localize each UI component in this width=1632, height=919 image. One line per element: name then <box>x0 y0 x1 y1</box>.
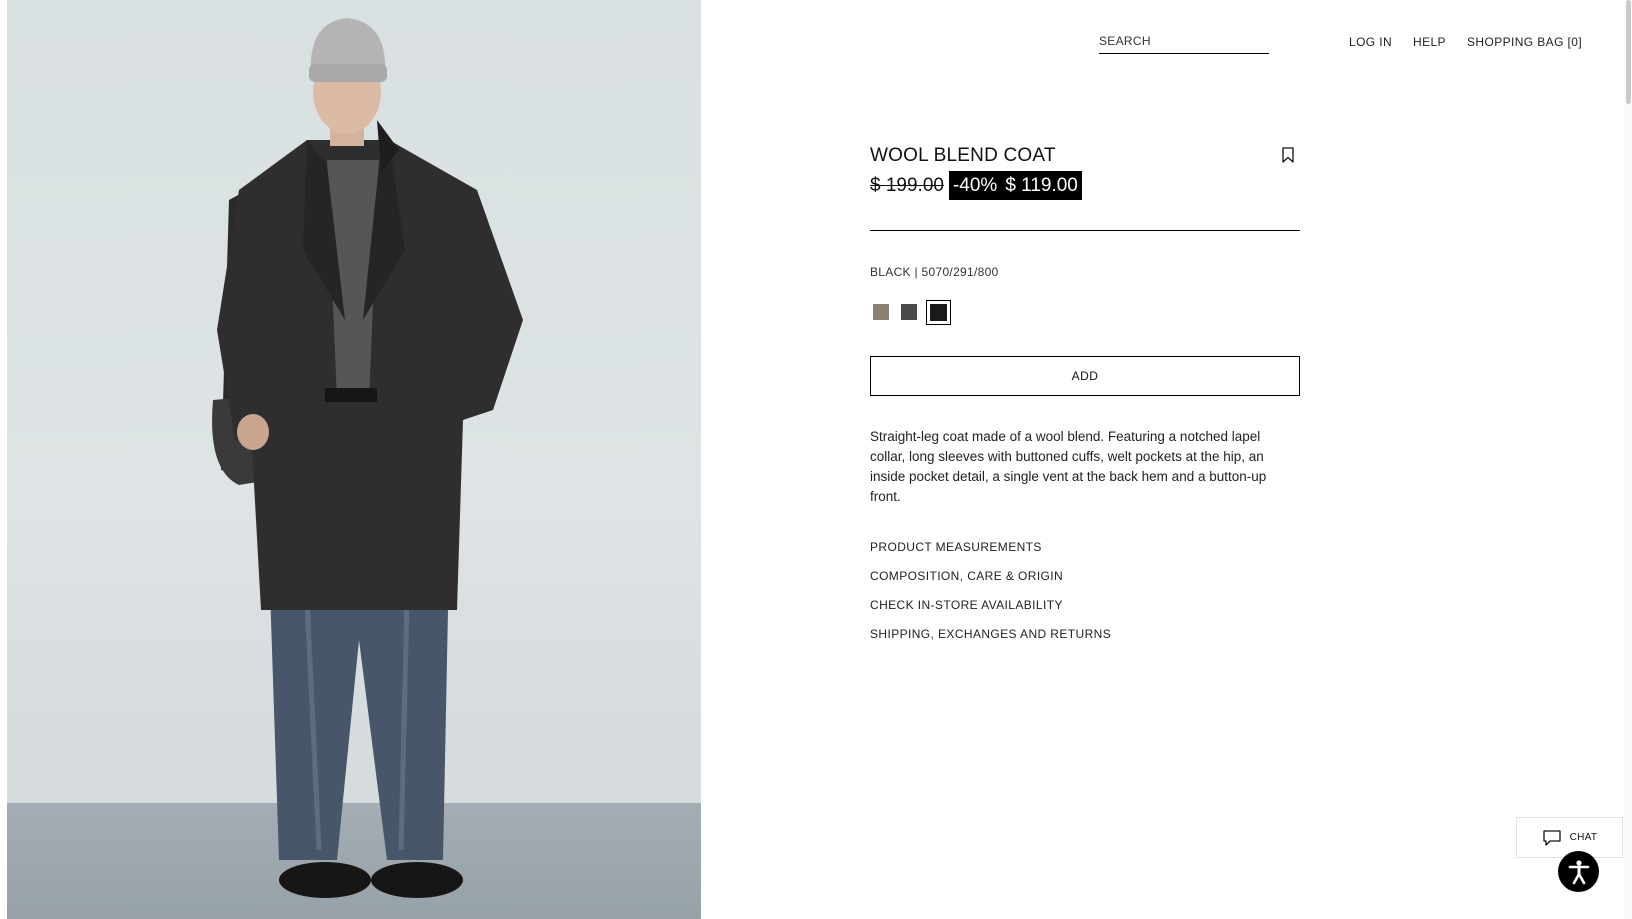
product-measurements-link[interactable]: PRODUCT MEASUREMENTS <box>870 540 1111 569</box>
product-title: WOOL BLEND COAT <box>870 145 1056 166</box>
price-row: $ 199.00 -40% $ 119.00 <box>870 171 1082 200</box>
color-swatch-black[interactable] <box>926 300 951 325</box>
discount-percent: -40% <box>952 174 998 196</box>
divider <box>870 230 1300 231</box>
add-to-bag-button[interactable]: ADD <box>870 356 1300 396</box>
product-description: Straight-leg coat made of a wool blend. … <box>870 429 1267 504</box>
shipping-returns-link[interactable]: SHIPPING, EXCHANGES AND RETURNS <box>870 627 1111 656</box>
accessibility-button[interactable] <box>1558 851 1599 892</box>
color-and-reference: BLACK | 5070/291/800 <box>870 265 999 279</box>
chat-label: CHAT <box>1569 832 1598 843</box>
model-illustration <box>212 18 523 898</box>
search-input[interactable] <box>1099 30 1269 52</box>
chat-bubble-icon <box>1543 829 1561 846</box>
store-availability-link[interactable]: CHECK IN-STORE AVAILABILITY <box>870 598 1111 627</box>
log-in-link[interactable]: LOG IN <box>1349 35 1392 49</box>
scrollbar-thumb[interactable] <box>1626 0 1631 104</box>
composition-care-link[interactable]: COMPOSITION, CARE & ORIGIN <box>870 569 1111 598</box>
search-field[interactable] <box>1099 30 1269 54</box>
scrollbar-track[interactable] <box>1624 0 1632 919</box>
help-link[interactable]: HELP <box>1413 35 1446 49</box>
accessibility-icon <box>1568 859 1589 884</box>
product-image[interactable] <box>7 0 701 919</box>
old-price: $ 199.00 <box>870 174 944 196</box>
color-swatch-grey[interactable] <box>901 304 917 320</box>
new-price: $ 119.00 <box>1005 174 1078 196</box>
bookmark-icon[interactable] <box>1280 146 1296 164</box>
color-swatch-black-fill <box>930 304 947 321</box>
product-info-links: PRODUCT MEASUREMENTS COMPOSITION, CARE &… <box>870 540 1111 656</box>
color-swatch-taupe[interactable] <box>873 304 889 320</box>
shopping-bag-link[interactable]: SHOPPING BAG [0] <box>1467 35 1582 49</box>
sale-price-badge: -40% $ 119.00 <box>948 171 1082 200</box>
